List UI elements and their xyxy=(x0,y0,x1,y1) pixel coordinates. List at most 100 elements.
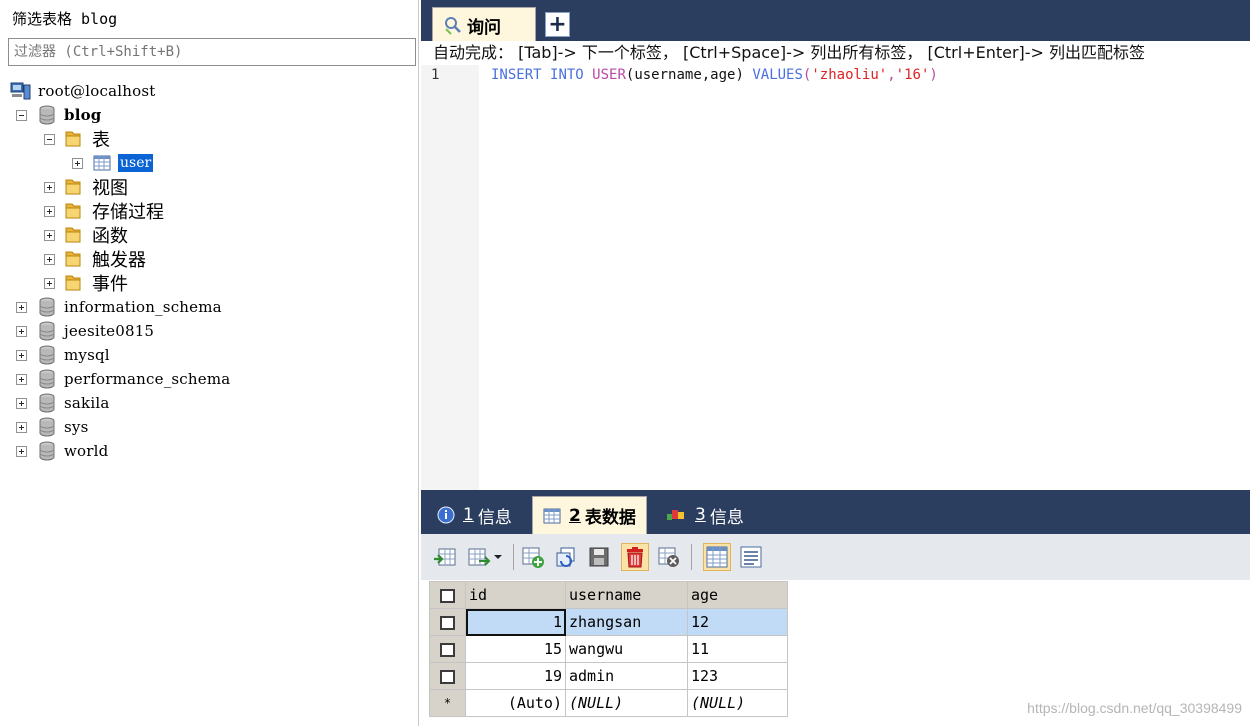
duplicate-icon xyxy=(556,547,575,567)
add-row-button[interactable] xyxy=(519,543,547,571)
new-row[interactable]: * (Auto) (NULL) (NULL) xyxy=(429,689,788,717)
cell-age-null[interactable]: (NULL) xyxy=(687,689,788,717)
tree-node-db[interactable]: mysql xyxy=(16,343,110,367)
export-icon xyxy=(468,548,491,566)
cell-username[interactable]: wangwu xyxy=(565,635,688,663)
tree-node-procedures[interactable]: 存储过程 xyxy=(44,199,164,223)
cancel-changes-button[interactable] xyxy=(655,543,683,571)
tab-label: 表数据 xyxy=(584,508,636,528)
expand-toggle[interactable] xyxy=(16,397,27,409)
table-row[interactable]: 1 zhangsan 12 xyxy=(429,608,788,636)
import-button[interactable] xyxy=(431,543,459,571)
save-icon xyxy=(589,547,609,567)
tree-node-db[interactable]: sys xyxy=(16,415,88,439)
row-checkbox[interactable] xyxy=(440,669,455,684)
folder-label-views: 视图 xyxy=(92,178,128,199)
folder-icon xyxy=(65,227,81,243)
text-view-button[interactable] xyxy=(737,543,765,571)
tree-node-views[interactable]: 视图 xyxy=(44,175,128,199)
table-row[interactable]: 19 admin 123 xyxy=(429,662,788,690)
sql-editor[interactable]: 1 INSERT INTO USER(username,age) VALUES(… xyxy=(421,65,1250,490)
result-toolbar xyxy=(421,534,1250,580)
grid-view-button[interactable] xyxy=(703,543,731,571)
cell-username[interactable]: admin xyxy=(565,662,688,690)
export-dropdown[interactable] xyxy=(491,543,505,571)
expand-toggle[interactable] xyxy=(16,445,27,457)
new-row-marker: * xyxy=(429,689,466,717)
tree-node-db[interactable]: world xyxy=(16,439,108,463)
folder-label-events: 事件 xyxy=(92,274,128,295)
expand-toggle[interactable] xyxy=(16,301,27,313)
collapse-toggle[interactable] xyxy=(44,133,55,145)
sql-comma: , xyxy=(887,67,896,83)
column-header-username[interactable]: username xyxy=(565,581,688,609)
tree-node-db[interactable]: information_schema xyxy=(16,295,222,319)
database-icon xyxy=(39,417,55,437)
duplicate-row-button[interactable] xyxy=(552,543,580,571)
tree-node-db[interactable]: jeesite0815 xyxy=(16,319,154,343)
save-button[interactable] xyxy=(585,543,613,571)
sql-keyword: VALUES xyxy=(752,67,803,83)
export-button[interactable] xyxy=(465,543,493,571)
expand-toggle[interactable] xyxy=(44,229,55,241)
toolbar-separator xyxy=(691,544,692,570)
select-all-cell[interactable] xyxy=(429,581,466,609)
query-icon xyxy=(445,17,461,35)
cell-username[interactable]: zhangsan xyxy=(565,608,688,636)
tab-messages-1[interactable]: 1 信息 xyxy=(427,496,522,534)
cell-id-auto[interactable]: (Auto) xyxy=(465,689,566,717)
add-tab-button[interactable]: + xyxy=(545,12,570,37)
tree-node-tables[interactable]: 表 xyxy=(44,127,110,151)
database-icon xyxy=(39,393,55,413)
tab-query[interactable]: 询问 xyxy=(432,7,536,42)
cell-username-null[interactable]: (NULL) xyxy=(565,689,688,717)
cell-age[interactable]: 123 xyxy=(687,662,788,690)
expand-toggle[interactable] xyxy=(44,253,55,265)
tab-messages-3[interactable]: 3 信息 xyxy=(655,496,754,534)
cell-id[interactable]: 15 xyxy=(465,635,566,663)
tree-node-functions[interactable]: 函数 xyxy=(44,223,128,247)
filter-input[interactable] xyxy=(8,38,416,66)
expand-toggle[interactable] xyxy=(44,205,55,217)
expand-toggle[interactable] xyxy=(72,157,83,169)
tree-node-table-user[interactable]: user xyxy=(72,151,154,175)
select-all-checkbox[interactable] xyxy=(440,588,455,603)
line-gutter: 1 xyxy=(421,65,479,490)
db-label-blog: blog xyxy=(64,106,102,124)
object-browser-panel: 筛选表格 blog root@localhost blog xyxy=(0,0,419,726)
expand-toggle[interactable] xyxy=(16,325,27,337)
tree-node-db[interactable]: sakila xyxy=(16,391,109,415)
expand-toggle[interactable] xyxy=(16,349,27,361)
folder-icon xyxy=(65,251,81,267)
tree-node-events[interactable]: 事件 xyxy=(44,271,128,295)
tree-node-db[interactable]: performance_schema xyxy=(16,367,230,391)
row-select-cell[interactable] xyxy=(429,608,466,636)
db-label: mysql xyxy=(64,346,110,364)
delete-row-button[interactable] xyxy=(621,543,649,571)
table-row[interactable]: 15 wangwu 11 xyxy=(429,635,788,663)
folder-icon xyxy=(65,203,81,219)
object-browser-title: 筛选表格 blog xyxy=(12,10,118,28)
tab-number: 3 xyxy=(695,505,706,525)
column-header-age[interactable]: age xyxy=(687,581,788,609)
row-checkbox[interactable] xyxy=(440,615,455,630)
collapse-toggle[interactable] xyxy=(16,109,27,121)
database-icon xyxy=(39,297,55,317)
expand-toggle[interactable] xyxy=(44,277,55,289)
row-checkbox[interactable] xyxy=(440,642,455,657)
cell-age[interactable]: 11 xyxy=(687,635,788,663)
tree-node-db-blog[interactable]: blog xyxy=(16,103,101,127)
expand-toggle[interactable] xyxy=(16,373,27,385)
row-select-cell[interactable] xyxy=(429,635,466,663)
tree-node-host[interactable]: root@localhost xyxy=(10,79,155,103)
expand-toggle[interactable] xyxy=(44,181,55,193)
tree-node-triggers[interactable]: 触发器 xyxy=(44,247,146,271)
expand-toggle[interactable] xyxy=(16,421,27,433)
column-header-id[interactable]: id xyxy=(465,581,566,609)
tab-table-data[interactable]: 2 表数据 xyxy=(532,496,647,534)
cell-id[interactable]: 19 xyxy=(465,662,566,690)
cell-age[interactable]: 12 xyxy=(687,608,788,636)
cell-id[interactable]: 1 xyxy=(465,608,566,636)
folder-label-procedures: 存储过程 xyxy=(92,202,164,223)
row-select-cell[interactable] xyxy=(429,662,466,690)
